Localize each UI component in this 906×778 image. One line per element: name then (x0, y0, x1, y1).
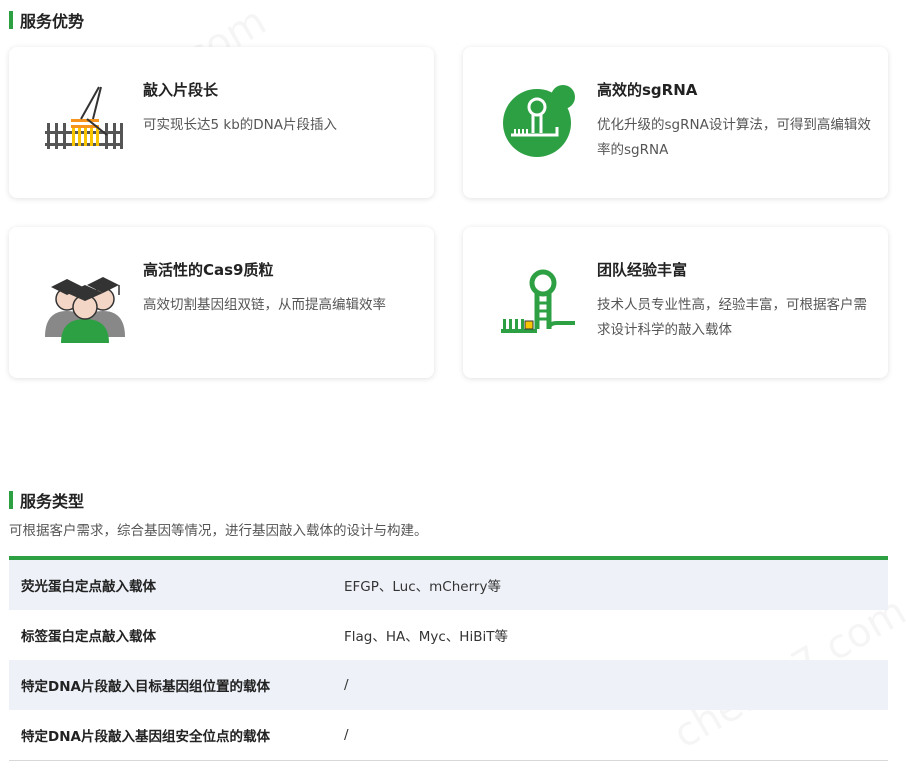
card-description: 可实现长达5 kb的DNA片段插入 (143, 117, 337, 133)
title-accent-bar (9, 491, 13, 509)
table-bottom-border (9, 760, 888, 761)
card-description: 高效切割基因组双链，从而提高编辑效率 (143, 297, 386, 313)
service-value: Flag、HA、Myc、HiBiT等 (344, 629, 508, 645)
advantage-card-team: 团队经验丰富 技术人员专业性高，经验丰富，可根据客户需求设计科学的敲入载体 (463, 227, 888, 378)
advantage-card-cas9: 高活性的Cas9质粒 高效切割基因组双链，从而提高编辑效率 (9, 227, 434, 378)
card-description: 优化升级的sgRNA设计算法，可得到高编辑效率的sgRNA (597, 117, 871, 158)
service-name: 特定DNA片段敲入基因组安全位点的载体 (21, 729, 270, 745)
service-value: / (344, 677, 349, 693)
table-row: 特定DNA片段敲入基因组安全位点的载体 / (9, 710, 888, 760)
card-title: 团队经验丰富 (597, 261, 688, 279)
advantage-card-long-fragment: 敲入片段长 可实现长达5 kb的DNA片段插入 (9, 47, 434, 198)
service-name: 荧光蛋白定点敲入载体 (21, 579, 156, 595)
card-description: 技术人员专业性高，经验丰富，可根据客户需求设计科学的敲入载体 (597, 297, 867, 338)
experts-icon (43, 259, 127, 343)
card-title: 高效的sgRNA (597, 81, 698, 99)
service-value: EFGP、Luc、mCherry等 (344, 579, 501, 595)
advantages-section-title: 服务优势 (9, 8, 84, 32)
advantages-title: 服务优势 (20, 12, 85, 31)
card-title: 敲入片段长 (143, 81, 219, 99)
advantage-card-sgrna: 高效的sgRNA 优化升级的sgRNA设计算法，可得到高编辑效率的sgRNA (463, 47, 888, 198)
card-title: 高活性的Cas9质粒 (143, 261, 274, 279)
service-value: / (344, 727, 349, 743)
services-title: 服务类型 (20, 492, 85, 511)
sgrna-icon (497, 79, 581, 163)
hairpin-icon (497, 259, 581, 343)
title-accent-bar (9, 11, 13, 29)
services-section-title: 服务类型 (9, 488, 84, 512)
services-subtitle: 可根据客户需求，综合基因等情况，进行基因敲入载体的设计与构建。 (9, 523, 428, 539)
dna-fragment-icon (43, 79, 127, 163)
table-row: 特定DNA片段敲入目标基因组位置的载体 / (9, 660, 888, 710)
service-name: 特定DNA片段敲入目标基因组位置的载体 (21, 679, 270, 695)
service-types-table: 荧光蛋白定点敲入载体 EFGP、Luc、mCherry等 标签蛋白定点敲入载体 … (9, 556, 888, 761)
table-row: 荧光蛋白定点敲入载体 EFGP、Luc、mCherry等 (9, 560, 888, 610)
service-name: 标签蛋白定点敲入载体 (21, 629, 156, 645)
table-row: 标签蛋白定点敲入载体 Flag、HA、Myc、HiBiT等 (9, 610, 888, 660)
